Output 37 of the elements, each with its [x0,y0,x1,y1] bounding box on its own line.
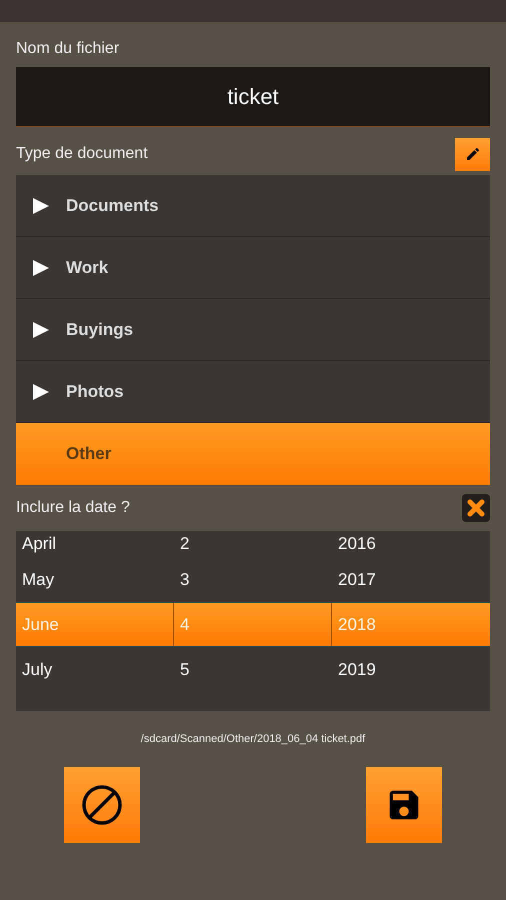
expand-arrow-icon [32,320,50,338]
section-label: Inclure la date ? [16,498,130,518]
date-picker[interactable]: April 2 2016 May 3 2017 June 4 2018 July 5 2019 [16,531,490,711]
section-label: Type de document [16,144,148,164]
date-row[interactable]: May 3 2017 [16,557,490,602]
picker-value: 2017 [337,568,377,591]
remove-date-button[interactable] [462,494,490,522]
close-icon [466,498,486,518]
picker-value: 2018 [337,614,377,636]
category-item[interactable]: Other [16,423,490,485]
picker-value: 4 [174,603,332,646]
picker-value: 2 [179,533,190,555]
category-item[interactable]: Photos [16,361,490,423]
picker-value: 2016 [337,533,377,555]
category-item[interactable]: Documents [16,175,490,237]
date-row[interactable]: July 5 2019 [16,647,490,692]
expand-arrow-icon [32,258,50,276]
field-label: Nom du fichier [16,39,120,59]
file-path: /sdcard/Scanned/Other/2018_06_04 ticket.pdf [140,732,366,747]
picker-value: 3 [179,568,190,591]
category-item[interactable]: Buyings [16,299,490,361]
pencil-icon [464,146,480,162]
picker-value: 2019 [337,658,377,681]
cancel-button[interactable] [64,767,140,843]
date-row[interactable]: April 2 2016 [16,531,490,557]
cancel-icon [81,784,123,826]
picker-value: 5 [179,658,190,681]
file-name-field[interactable]: ticket [16,67,490,127]
expand-arrow-icon [32,196,50,214]
save-button[interactable] [366,767,442,843]
expand-arrow-icon [32,382,50,400]
picker-value: June [16,603,174,646]
picker-value: July [21,658,54,681]
edit-button[interactable] [455,138,490,170]
picker-value: April [21,533,58,555]
category-item[interactable]: Work [16,237,490,299]
picker-value: May [21,568,56,591]
